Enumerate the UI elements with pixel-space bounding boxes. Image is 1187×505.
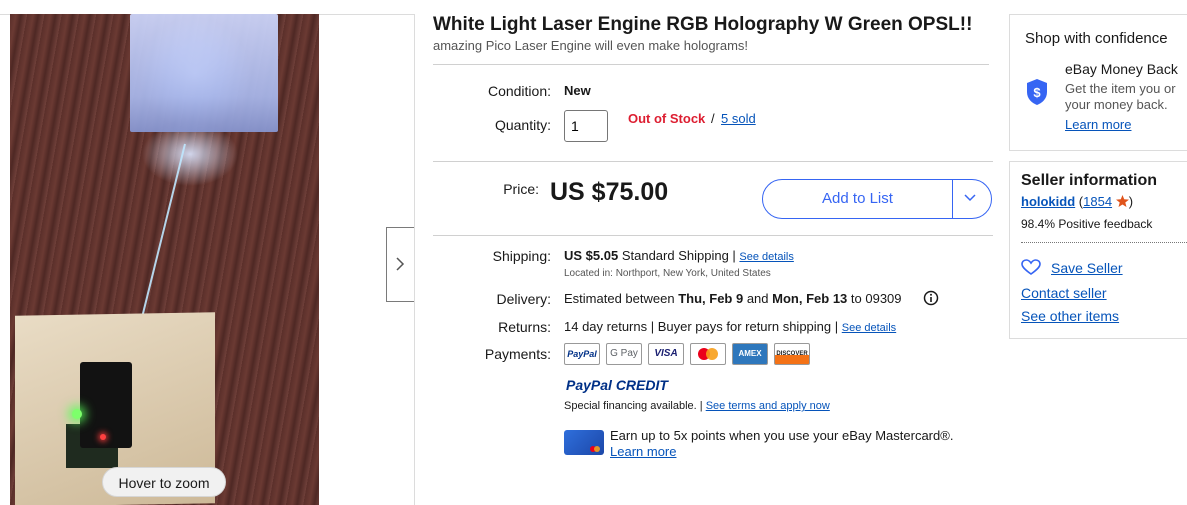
- money-back-shield-icon: $: [1027, 79, 1047, 105]
- star-icon: [1115, 195, 1129, 207]
- paypal-credit-logo: PayPal CREDIT: [566, 377, 668, 393]
- returns-line: 14 day returns | Buyer pays for return s…: [564, 319, 896, 334]
- heart-icon[interactable]: [1021, 259, 1041, 276]
- shipping-method: Standard Shipping |: [621, 248, 736, 263]
- chevron-right-icon: [396, 257, 405, 271]
- quantity-divider: [433, 161, 993, 162]
- item-photo[interactable]: [10, 14, 319, 505]
- seller-info-title: Seller information: [1021, 172, 1158, 189]
- delivery-and: and: [746, 291, 769, 306]
- visa-logo: VISA: [648, 343, 684, 365]
- sold-count-link[interactable]: 5 sold: [721, 111, 756, 126]
- delivery-prefix: Estimated between: [564, 291, 675, 306]
- add-to-list-label[interactable]: Add to List: [763, 180, 952, 218]
- paypal-logo: PayPal: [564, 343, 600, 365]
- seller-name-link[interactable]: holokidd: [1021, 194, 1075, 209]
- save-seller-link[interactable]: Save Seller: [1051, 260, 1123, 276]
- feedback-close-paren: ): [1128, 194, 1134, 209]
- confidence-title: Shop with confidence: [1025, 30, 1168, 47]
- financing-line: Special financing available. | See terms…: [564, 400, 830, 412]
- delivery-line: Estimated between Thu, Feb 9 and Mon, Fe…: [564, 291, 902, 306]
- shipping-label: Shipping:: [492, 248, 551, 264]
- mastercard-logo: [690, 343, 726, 365]
- delivery-zip: to 09309: [850, 291, 902, 306]
- add-to-list-button[interactable]: Add to List: [762, 179, 992, 219]
- stock-separator: /: [711, 111, 715, 126]
- item-title: White Light Laser Engine RGB Holography …: [433, 14, 973, 35]
- financing-terms-link[interactable]: See terms and apply now: [706, 400, 830, 412]
- financing-text: Special financing available. |: [564, 400, 703, 412]
- add-to-list-separator: [952, 180, 953, 218]
- condition-label: Condition:: [487, 83, 551, 99]
- mastercard-circles-icon: [698, 348, 718, 360]
- shipping-line: US $5.05 Standard Shipping | See details: [564, 248, 794, 263]
- seller-name-line: holokidd (1854 ): [1021, 194, 1133, 209]
- seller-dotted-divider: [1021, 242, 1187, 243]
- money-back-learn-more-link[interactable]: Learn more: [1065, 117, 1131, 132]
- delivery-end-date: Mon, Feb 13: [772, 291, 848, 306]
- item-price: US $75.00: [550, 178, 669, 206]
- payments-label: Payments:: [484, 346, 551, 362]
- price-label: Price:: [503, 181, 539, 197]
- condition-value: New: [564, 83, 591, 98]
- chevron-down-icon[interactable]: [963, 193, 977, 203]
- svg-text:$: $: [1033, 85, 1041, 100]
- title-divider: [433, 64, 989, 65]
- quantity-input[interactable]: [564, 110, 608, 142]
- returns-details-link[interactable]: See details: [842, 322, 896, 334]
- quantity-label: Quantity:: [494, 117, 551, 133]
- google-pay-logo: G Pay: [606, 343, 642, 365]
- hover-to-zoom-hint: Hover to zoom: [102, 467, 226, 497]
- money-back-title: eBay Money Back: [1065, 61, 1178, 77]
- photo-green-led: [72, 409, 82, 419]
- discover-logo: DISCOVER: [774, 343, 810, 365]
- gallery-next-button[interactable]: [386, 227, 414, 302]
- see-other-items-link[interactable]: See other items: [1021, 308, 1119, 324]
- photo-laser-module: [80, 362, 132, 448]
- shipping-cost: US $5.05: [564, 248, 619, 263]
- money-back-line2: your money back.: [1065, 97, 1168, 112]
- item-subtitle: amazing Pico Laser Engine will even make…: [433, 38, 749, 53]
- delivery-label: Delivery:: [496, 291, 551, 307]
- positive-feedback: 98.4% Positive feedback: [1021, 217, 1153, 231]
- shipping-details-link[interactable]: See details: [739, 251, 793, 263]
- price-divider: [433, 235, 993, 236]
- contact-seller-link[interactable]: Contact seller: [1021, 285, 1107, 301]
- amex-logo: AMEX: [732, 343, 768, 365]
- returns-label: Returns:: [498, 319, 551, 335]
- ebay-mastercard-icon: [564, 430, 604, 455]
- item-location: Located in: Northport, New York, United …: [564, 268, 771, 279]
- money-back-line1: Get the item you or: [1065, 81, 1176, 96]
- mastercard-offer-text: Earn up to 5x points when you use your e…: [610, 428, 954, 443]
- mastercard-learn-more-link[interactable]: Learn more: [610, 444, 676, 459]
- photo-red-led: [100, 434, 106, 440]
- out-of-stock-label: Out of Stock: [628, 111, 706, 126]
- feedback-count-link[interactable]: 1854: [1083, 194, 1112, 209]
- info-icon[interactable]: [923, 290, 939, 306]
- returns-text: 14 day returns | Buyer pays for return s…: [564, 319, 839, 334]
- delivery-start-date: Thu, Feb 9: [678, 291, 744, 306]
